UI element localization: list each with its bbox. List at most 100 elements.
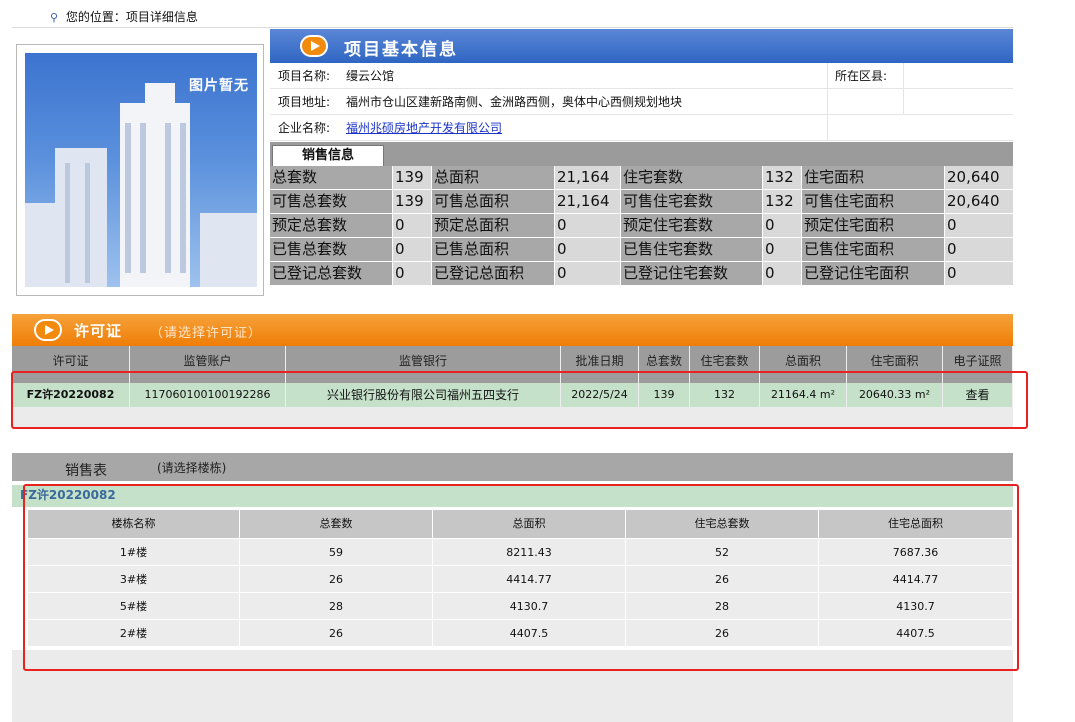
- project-name-row: 项目名称: 缦云公馆 所在区县:: [270, 63, 1013, 89]
- building-col-header: 住宅总套数: [626, 510, 819, 538]
- sales-info-label: 可售住宅面积: [802, 190, 944, 213]
- sales-info-value: 139: [393, 190, 431, 213]
- breadcrumb-text: 您的位置：项目详细信息: [65, 10, 198, 24]
- sales-info-value: 139: [393, 166, 431, 189]
- basic-info-banner: 项目基本信息: [270, 29, 1013, 63]
- sales-info-value: 0: [945, 262, 1013, 285]
- building-name-link[interactable]: 1#楼: [28, 538, 240, 565]
- sales-info-label: 总套数: [270, 166, 392, 189]
- building-cell: 26: [626, 619, 819, 646]
- building-col-header: 住宅总面积: [819, 510, 1013, 538]
- building-name-link[interactable]: 3#楼: [28, 565, 240, 592]
- sales-info-value: 0: [393, 262, 431, 285]
- sales-info-label: 可售住宅套数: [621, 190, 762, 213]
- sales-info-value: 0: [555, 262, 620, 285]
- tab-sales-info[interactable]: 销售信息: [272, 145, 384, 166]
- sales-info-value: 21,164: [555, 166, 620, 189]
- building-cell: 8211.43: [433, 538, 626, 565]
- project-photo: 图片暂无: [25, 53, 257, 287]
- breadcrumb: ⚲ 您的位置：项目详细信息: [50, 8, 198, 26]
- sales-info-label: 已登记住宅套数: [621, 262, 762, 285]
- address-row: 项目地址: 福州市仓山区建新路南侧、金洲路西侧，奥体中心西侧规划地块: [270, 89, 1013, 115]
- building-cell: 4130.7: [433, 592, 626, 619]
- sales-info-value: 0: [945, 214, 1013, 237]
- sales-info-label: 住宅面积: [802, 166, 944, 189]
- sales-info-label: 已登记总套数: [270, 262, 392, 285]
- permit-number-cell[interactable]: FZ许20220082: [12, 383, 130, 407]
- sales-info-label: 可售总套数: [270, 190, 392, 213]
- building-cell: 4414.77: [433, 565, 626, 592]
- total-units-cell: 139: [639, 383, 690, 407]
- company-row: 企业名称: 福州兆硕房地产开发有限公司: [270, 115, 1013, 141]
- basic-info-table: 项目名称: 缦云公馆 所在区县: 项目地址: 福州市仓山区建新路南侧、金洲路西侧…: [270, 63, 1013, 141]
- selected-permit-label[interactable]: FZ许20220082: [12, 485, 1013, 507]
- permit-col-header: 总面积: [760, 346, 847, 383]
- building-col-header: 总面积: [433, 510, 626, 538]
- permit-table-footer: [12, 407, 1013, 429]
- building-name-link[interactable]: 2#楼: [28, 619, 240, 646]
- permit-col-header: 住宅面积: [847, 346, 943, 383]
- building-cell: 26: [626, 565, 819, 592]
- permit-col-header: 总套数: [639, 346, 690, 383]
- address-value: 福州市仓山区建新路南侧、金洲路西侧，奥体中心西侧规划地块: [346, 95, 683, 109]
- district-label: 所在区县:: [835, 69, 888, 83]
- building-col-header: 楼栋名称: [28, 510, 240, 538]
- divider: [12, 27, 1013, 28]
- building-cell: 4130.7: [819, 592, 1013, 619]
- sales-info-label: 已售总面积: [432, 238, 554, 261]
- sales-info-label: 总面积: [432, 166, 554, 189]
- project-name-label: 项目名称:: [278, 69, 331, 83]
- building-cell: 26: [240, 565, 433, 592]
- building-cell: 59: [240, 538, 433, 565]
- building-col-header: 总套数: [240, 510, 433, 538]
- address-label: 项目地址:: [278, 95, 331, 109]
- sales-info-label: 已登记总面积: [432, 262, 554, 285]
- sales-table-footer: [12, 650, 1013, 722]
- sales-table-hint: (请选择楼栋): [157, 461, 227, 475]
- total-area-cell: 21164.4 m²: [760, 383, 847, 407]
- company-label: 企业名称:: [278, 121, 331, 135]
- company-link[interactable]: 福州兆硕房地产开发有限公司: [346, 115, 502, 141]
- bank-cell: 兴业银行股份有限公司福州五四支行: [286, 383, 561, 407]
- account-cell: 117060100100192286: [130, 383, 286, 407]
- sales-info-value: 0: [393, 214, 431, 237]
- sales-table-bar: 销售表 (请选择楼栋): [12, 453, 1013, 481]
- sales-info-value: 132: [763, 166, 801, 189]
- sales-info-value: 0: [763, 214, 801, 237]
- sales-info-value: 0: [555, 214, 620, 237]
- permit-col-header: 监管账户: [130, 346, 286, 383]
- sales-info-value: 20,640: [945, 190, 1013, 213]
- sales-info-value: 0: [763, 262, 801, 285]
- building-cell: 52: [626, 538, 819, 565]
- permit-banner: 许可证 （请选择许可证）: [12, 314, 1013, 346]
- photo-placeholder-label: 图片暂无: [189, 78, 249, 94]
- building-cell: 4407.5: [433, 619, 626, 646]
- permit-col-header: 监管银行: [286, 346, 561, 383]
- permit-col-header: 住宅套数: [690, 346, 760, 383]
- sales-info-value: 0: [393, 238, 431, 261]
- sales-info-label: 预定总面积: [432, 214, 554, 237]
- sales-info-value: 0: [555, 238, 620, 261]
- sales-info-value: 132: [763, 190, 801, 213]
- building-name-link[interactable]: 5#楼: [28, 592, 240, 619]
- project-name-value: 缦云公馆: [346, 69, 395, 83]
- sales-table-title: 销售表: [65, 463, 107, 479]
- sales-info-value: 20,640: [945, 166, 1013, 189]
- permit-col-header: 许可证: [12, 346, 130, 383]
- building-cell: 26: [240, 619, 433, 646]
- sales-info-label: 已售住宅面积: [802, 238, 944, 261]
- view-license-link[interactable]: 查看: [943, 383, 1013, 407]
- sales-info-label: 已售总套数: [270, 238, 392, 261]
- basic-info-title: 项目基本信息: [344, 40, 458, 60]
- building-cell: 28: [240, 592, 433, 619]
- sales-info-value: 0: [945, 238, 1013, 261]
- sales-info-value: 21,164: [555, 190, 620, 213]
- building-cell: 28: [626, 592, 819, 619]
- play-icon: [34, 319, 62, 341]
- sales-info-value: 0: [763, 238, 801, 261]
- permit-col-header: 电子证照: [943, 346, 1013, 383]
- building-cell: 7687.36: [819, 538, 1013, 565]
- sales-info-label: 预定住宅面积: [802, 214, 944, 237]
- permit-col-header: 批准日期: [561, 346, 639, 383]
- res-area-cell: 20640.33 m²: [847, 383, 943, 407]
